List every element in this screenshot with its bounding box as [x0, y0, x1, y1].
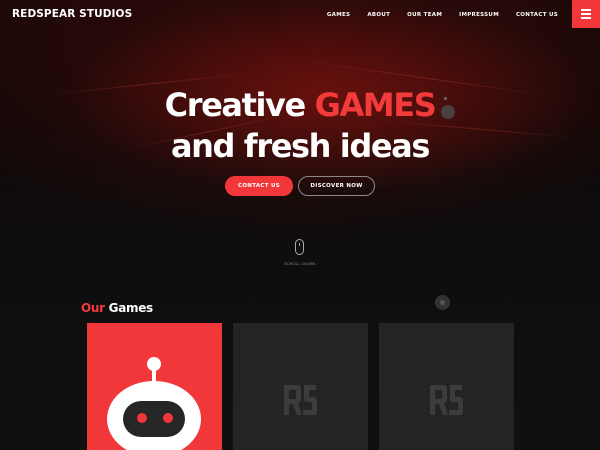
games-title-accent: Our: [81, 301, 105, 315]
main-nav: GAMES ABOUT OUR TEAM IMPRESSUM CONTACT U…: [310, 12, 558, 18]
hero-title-line2: and fresh ideas: [170, 127, 430, 165]
robot-icon: [107, 357, 201, 450]
decorative-dot: [444, 97, 447, 100]
decorative-dot: [441, 105, 455, 119]
nav-item-about[interactable]: ABOUT: [367, 12, 390, 18]
nav-item-our-team[interactable]: OUR TEAM: [407, 12, 442, 18]
game-card[interactable]: [233, 323, 368, 450]
scroll-mouse-icon[interactable]: [295, 239, 304, 255]
rs-logo-icon: [430, 385, 463, 415]
hamburger-icon[interactable]: [572, 0, 600, 28]
game-card[interactable]: [379, 323, 514, 450]
discover-now-button[interactable]: DISCOVER NOW: [298, 176, 375, 196]
nav-item-contact-us[interactable]: CONTACT US: [516, 12, 558, 18]
decorative-dot: [440, 300, 445, 305]
nav-item-impressum[interactable]: IMPRESSUM: [459, 12, 499, 18]
scroll-down-label: SCROLL DOWN: [284, 262, 316, 266]
hero-title-text: Creative: [164, 86, 307, 124]
rs-logo-icon: [284, 385, 317, 415]
game-card[interactable]: [87, 323, 222, 450]
brand-logo[interactable]: REDSPEAR STUDIOS: [12, 8, 132, 20]
games-section-title: Our Games: [81, 301, 153, 315]
hero-title-highlight: GAMES: [314, 86, 437, 124]
hero-title-line1: Creative GAMES: [0, 85, 600, 125]
mouse-wheel: [299, 243, 300, 246]
games-title-text: Games: [108, 301, 154, 315]
page: REDSPEAR STUDIOS GAMES ABOUT OUR TEAM IM…: [0, 0, 600, 450]
contact-us-button[interactable]: CONTACT US: [225, 176, 293, 196]
nav-item-games[interactable]: GAMES: [327, 12, 350, 18]
